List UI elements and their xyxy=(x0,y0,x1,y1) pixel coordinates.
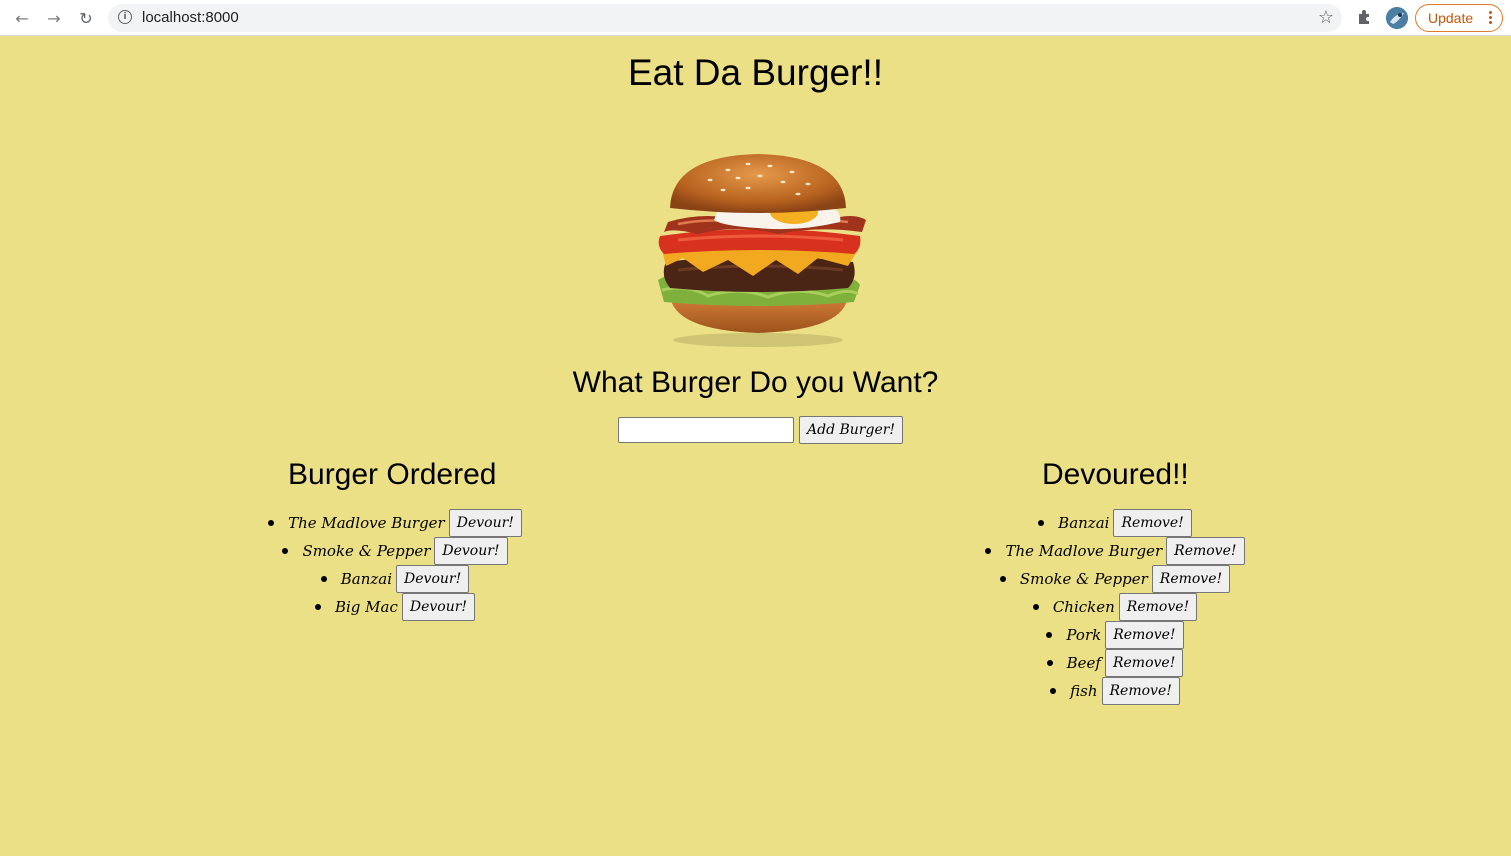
burger-name: Beef xyxy=(1066,654,1101,672)
burger-name: Banzai xyxy=(340,570,393,588)
burger-name: Chicken xyxy=(1052,598,1115,616)
list-item: Banzai Devour! xyxy=(250,565,540,593)
bullet-icon xyxy=(320,576,327,582)
profile-avatar[interactable] xyxy=(1386,7,1408,29)
extensions-puzzle-icon[interactable] xyxy=(1356,8,1374,26)
remove-button[interactable]: Remove! xyxy=(1113,509,1192,537)
burger-name: The Madlove Burger xyxy=(1005,542,1163,560)
bullet-icon xyxy=(1046,660,1053,666)
page-title: Eat Da Burger!! xyxy=(627,52,883,93)
reload-icon[interactable]: ↻ xyxy=(76,8,96,28)
bullet-icon xyxy=(282,548,289,554)
burger-name: The Madlove Burger xyxy=(288,514,445,532)
browser-toolbar: ← → ↻ i localhost:8000 ☆ Update xyxy=(0,0,1511,36)
ordered-burger-list: The Madlove Burger Devour! Smoke & Peppe… xyxy=(250,509,540,621)
more-menu-icon xyxy=(1489,11,1492,24)
address-bar[interactable]: i localhost:8000 ☆ xyxy=(108,4,1342,32)
burger-name: Smoke & Pepper xyxy=(302,542,431,560)
list-item: Banzai Remove! xyxy=(970,509,1260,537)
list-item: Chicken Remove! xyxy=(970,593,1260,621)
bullet-icon xyxy=(268,520,275,526)
burger-name-input[interactable] xyxy=(618,417,794,443)
devour-button[interactable]: Devour! xyxy=(396,565,470,593)
devour-button[interactable]: Devour! xyxy=(434,537,508,565)
address-url[interactable]: localhost:8000 xyxy=(142,9,239,26)
bullet-icon xyxy=(1046,632,1053,638)
bullet-icon xyxy=(1038,520,1045,526)
burger-name: Banzai xyxy=(1058,514,1110,532)
bullet-icon xyxy=(999,576,1006,582)
remove-button[interactable]: Remove! xyxy=(1166,537,1245,565)
burger-name: Big Mac xyxy=(334,598,398,616)
list-item: Smoke & Pepper Remove! xyxy=(970,565,1260,593)
remove-button[interactable]: Remove! xyxy=(1101,677,1180,705)
bullet-icon xyxy=(1032,604,1039,610)
remove-button[interactable]: Remove! xyxy=(1105,621,1184,649)
burger-name: fish xyxy=(1070,682,1098,700)
list-item: The Madlove Burger Remove! xyxy=(970,537,1260,565)
list-item: The Madlove Burger Devour! xyxy=(250,509,540,537)
remove-button[interactable]: Remove! xyxy=(1118,593,1198,621)
devour-button[interactable]: Devour! xyxy=(401,593,476,621)
add-burger-button[interactable]: Add Burger! xyxy=(799,416,904,444)
burger-name: Smoke & Pepper xyxy=(1019,570,1148,588)
list-item: Big Mac Devour! xyxy=(250,593,540,621)
burger-name: Pork xyxy=(1066,626,1102,644)
burger-image xyxy=(658,154,866,347)
bookmark-star-icon[interactable]: ☆ xyxy=(1318,7,1334,28)
remove-button[interactable]: Remove! xyxy=(1151,565,1231,593)
ordered-heading: Burger Ordered xyxy=(288,458,497,491)
devour-button[interactable]: Devour! xyxy=(448,509,522,537)
list-item: fish Remove! xyxy=(970,677,1260,705)
list-item: Pork Remove! xyxy=(970,621,1260,649)
site-info-icon[interactable]: i xyxy=(118,10,132,24)
update-label: Update xyxy=(1428,10,1474,26)
remove-button[interactable]: Remove! xyxy=(1104,649,1184,677)
list-item: Beef Remove! xyxy=(970,649,1260,677)
back-arrow-icon[interactable]: ← xyxy=(12,8,32,28)
bullet-icon xyxy=(985,548,992,554)
browser-update-button[interactable]: Update xyxy=(1415,4,1503,32)
devoured-burger-list: Banzai Remove! The Madlove Burger Remove… xyxy=(970,509,1260,705)
bullet-icon xyxy=(1050,688,1057,694)
devoured-heading: Devoured!! xyxy=(1042,458,1189,491)
order-prompt-heading: What Burger Do you Want? xyxy=(572,366,939,399)
list-item: Smoke & Pepper Devour! xyxy=(250,537,540,565)
forward-arrow-icon[interactable]: → xyxy=(44,8,64,28)
bullet-icon xyxy=(314,604,321,610)
